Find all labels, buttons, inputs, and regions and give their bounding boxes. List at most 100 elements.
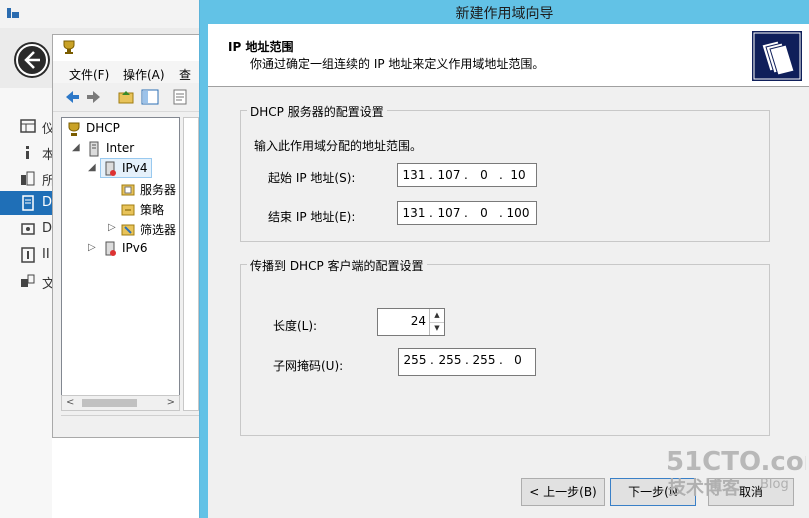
ip-octet[interactable]: 131 bbox=[400, 206, 428, 220]
up-folder-icon[interactable] bbox=[117, 88, 135, 106]
ip-dot: . bbox=[429, 168, 433, 182]
info-icon bbox=[26, 146, 29, 159]
ip-octet[interactable]: 0 bbox=[470, 206, 498, 220]
nav-item-iis[interactable]: II bbox=[0, 243, 52, 267]
iis-icon bbox=[21, 247, 35, 263]
scroll-left-icon[interactable]: < bbox=[66, 397, 74, 408]
server-manager-titlebar bbox=[0, 0, 200, 28]
nav-item-dashboard[interactable]: 仪 bbox=[0, 114, 55, 138]
back-icon[interactable] bbox=[63, 88, 81, 106]
dhcp-toolbar bbox=[53, 83, 201, 112]
ip-dot: . bbox=[499, 206, 503, 220]
menu-file[interactable]: 文件(F) bbox=[69, 66, 109, 83]
tree-label: IPv6 bbox=[122, 241, 148, 255]
page-description: 你通过确定一组连续的 IP 地址来定义作用域地址范围。 bbox=[250, 57, 545, 71]
file-services-icon bbox=[21, 274, 35, 287]
servers-icon bbox=[21, 171, 35, 186]
end-ip-input[interactable]: 131 . 107 . 0 . 100 bbox=[397, 201, 537, 225]
page-heading: IP 地址范围 bbox=[228, 40, 294, 54]
spin-down-icon[interactable]: ▼ bbox=[430, 322, 444, 335]
spin-buttons: ▲ ▼ bbox=[429, 309, 444, 335]
tree-horizontal-scrollbar[interactable]: < > bbox=[61, 395, 180, 411]
ipv6-icon bbox=[105, 241, 116, 256]
policies-icon bbox=[121, 204, 135, 216]
tree-label: 筛选器 bbox=[140, 223, 177, 237]
subnet-mask-input[interactable]: 255 . 255 . 255 . 0 bbox=[398, 348, 536, 376]
back-arrow-button[interactable] bbox=[14, 42, 50, 78]
dhcp-icon bbox=[22, 195, 34, 211]
menu-action[interactable]: 操作(A) bbox=[123, 66, 165, 83]
dhcp-trophy-icon bbox=[63, 40, 75, 54]
back-button[interactable]: < 上一步(B) bbox=[521, 478, 605, 506]
nav-label: D bbox=[42, 221, 53, 236]
dashboard-icon bbox=[20, 119, 36, 133]
expand-arrow-icon[interactable]: ▷ bbox=[108, 222, 116, 233]
ip-octet[interactable]: 255 bbox=[436, 353, 464, 367]
ip-octet[interactable]: 255 bbox=[401, 353, 429, 367]
tree-label: IPv4 bbox=[122, 161, 148, 175]
server-options-icon bbox=[121, 184, 135, 196]
new-scope-wizard: 新建作用域向导 IP 地址范围 你通过确定一组连续的 IP 地址来定义作用域地址… bbox=[199, 0, 809, 518]
nav-label: II bbox=[42, 247, 50, 262]
ip-octet[interactable]: 107 bbox=[435, 168, 463, 182]
dhcp-statusbar bbox=[61, 415, 199, 434]
wizard-titlebar: 新建作用域向导 bbox=[200, 0, 809, 24]
wizard-title: 新建作用域向导 bbox=[455, 6, 554, 22]
tree-label: 策略 bbox=[140, 203, 165, 217]
ip-dot: . bbox=[429, 206, 433, 220]
start-ip-label: 起始 IP 地址(S): bbox=[268, 171, 356, 185]
ip-dot: . bbox=[465, 353, 469, 367]
ip-octet[interactable]: 131 bbox=[400, 168, 428, 182]
scroll-right-icon[interactable]: > bbox=[167, 397, 175, 408]
spin-up-icon[interactable]: ▲ bbox=[430, 309, 444, 323]
nav-item-dhcp[interactable]: D bbox=[0, 191, 52, 215]
server-icon bbox=[89, 141, 99, 157]
wizard-border bbox=[200, 24, 208, 518]
dhcp-menubar: 文件(F) 操作(A) 查看 bbox=[53, 61, 201, 99]
ip-octet[interactable]: 255 bbox=[470, 353, 498, 367]
dhcp-tree-pane: DHCP ◢ Inter ◢ IPv4 服务器 策略 ▷ 筛选器 ▷ IPv6 bbox=[61, 117, 180, 411]
end-ip-label: 结束 IP 地址(E): bbox=[268, 210, 356, 224]
length-spinbox[interactable]: 24 ▲ ▼ bbox=[377, 308, 445, 336]
start-ip-input[interactable]: 131 . 107 . 0 . 10 bbox=[397, 163, 537, 187]
ip-octet[interactable]: 107 bbox=[435, 206, 463, 220]
length-value[interactable]: 24 bbox=[411, 314, 426, 328]
wizard-header: IP 地址范围 你通过确定一组连续的 IP 地址来定义作用域地址范围。 bbox=[208, 24, 809, 87]
subnet-mask-label: 子网掩码(U): bbox=[273, 359, 344, 373]
range-instruction: 输入此作用域分配的地址范围。 bbox=[254, 139, 423, 153]
tree-label: Inter bbox=[106, 141, 135, 155]
back-arrow-icon bbox=[16, 44, 48, 76]
ip-dot: . bbox=[464, 206, 468, 220]
tree-label: DHCP bbox=[86, 121, 120, 135]
forward-icon[interactable] bbox=[85, 88, 103, 106]
ip-dot: . bbox=[499, 353, 503, 367]
length-label: 长度(L): bbox=[273, 319, 318, 333]
nav-item-file-services[interactable]: 文 bbox=[0, 269, 55, 293]
ip-octet[interactable]: 0 bbox=[470, 168, 498, 182]
ip-octet[interactable]: 100 bbox=[504, 206, 532, 220]
filters-icon bbox=[121, 224, 135, 236]
ipv4-icon bbox=[105, 161, 116, 176]
nav-item-local-server[interactable]: 本 bbox=[0, 140, 55, 164]
ip-octet[interactable]: 0 bbox=[504, 353, 532, 367]
cancel-button[interactable]: 取消 bbox=[708, 478, 794, 506]
nav-item-all-servers[interactable]: 所 bbox=[0, 166, 55, 190]
dhcp-console-titlebar bbox=[53, 35, 201, 61]
properties-icon[interactable] bbox=[171, 88, 189, 106]
ip-dot: . bbox=[464, 168, 468, 182]
ip-dot: . bbox=[499, 168, 503, 182]
dhcp-console-window: 文件(F) 操作(A) 查看 DHCP ◢ Inter ◢ IPv4 服务器 bbox=[52, 34, 202, 438]
ip-octet[interactable]: 10 bbox=[504, 168, 532, 182]
expand-arrow-icon[interactable]: ▷ bbox=[88, 242, 96, 253]
tree-label: 服务器 bbox=[140, 183, 177, 197]
scroll-thumb[interactable] bbox=[82, 399, 137, 407]
collapse-arrow-icon[interactable]: ◢ bbox=[88, 162, 96, 173]
next-button[interactable]: 下一步(N bbox=[610, 478, 696, 506]
show-hide-tree-icon[interactable] bbox=[141, 88, 159, 106]
collapse-arrow-icon[interactable]: ◢ bbox=[72, 142, 80, 153]
nav-label: D bbox=[42, 195, 53, 210]
group-legend: 传播到 DHCP 客户端的配置设置 bbox=[247, 257, 427, 274]
dns-icon bbox=[21, 223, 35, 235]
nav-item-dns[interactable]: D bbox=[0, 217, 52, 241]
detail-pane bbox=[183, 117, 199, 411]
